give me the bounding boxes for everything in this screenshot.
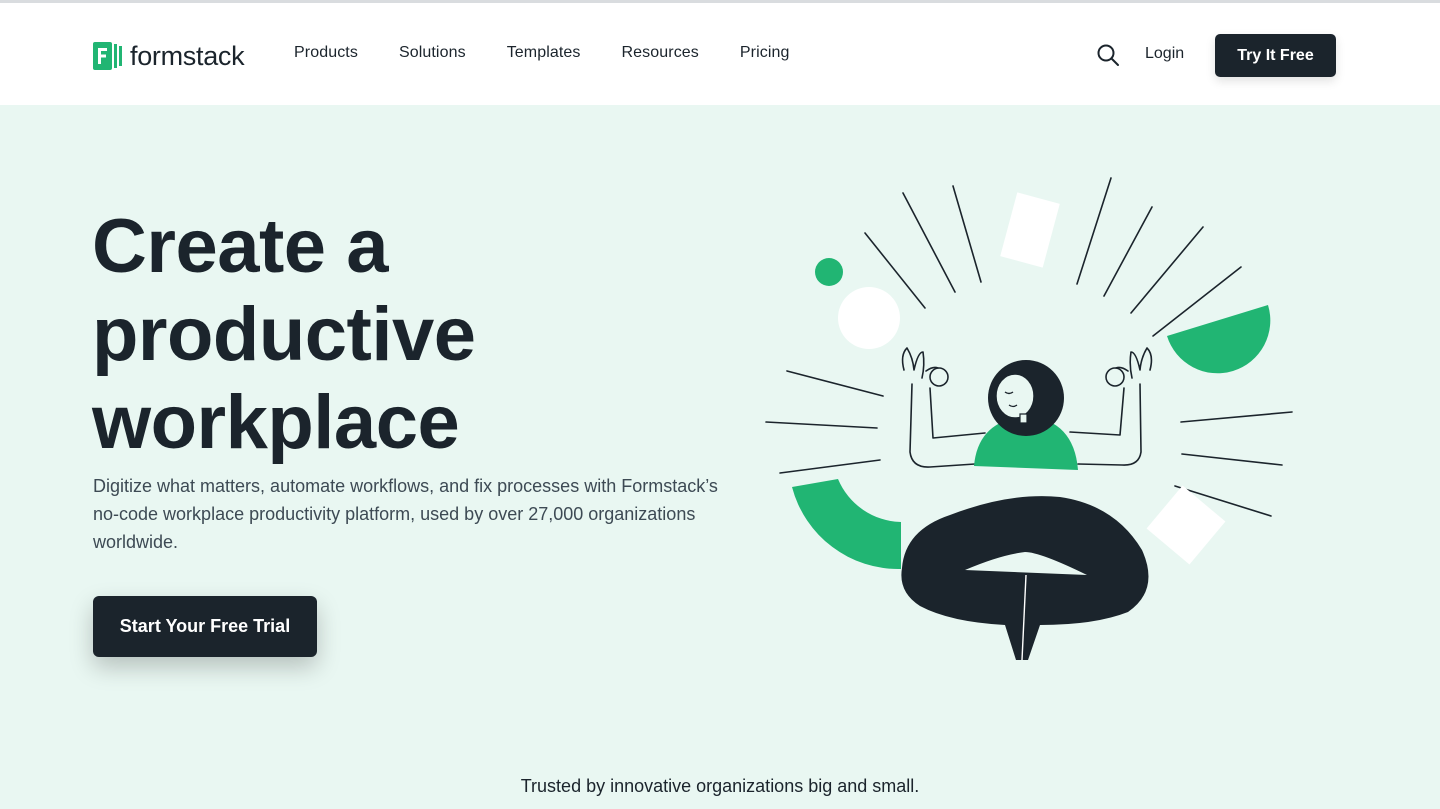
green-arc [792,479,901,570]
formstack-logo-icon [93,42,125,70]
search-icon[interactable] [1096,43,1120,67]
hero-title-line-3: workplace [92,380,460,465]
meditating-person-illustration [760,170,1300,670]
hero-title: Create a productive workplace [92,203,652,467]
green-half-circle [1167,305,1271,374]
nav-products[interactable]: Products [294,44,358,62]
white-paper [1000,192,1060,268]
nav-pricing[interactable]: Pricing [740,44,790,62]
formstack-logo[interactable]: formstack [93,40,245,71]
try-it-free-button[interactable]: Try It Free [1215,34,1336,77]
white-circle [838,287,900,349]
main-nav: Products Solutions Templates Resources P… [294,44,831,62]
face [995,373,1035,419]
small-green-circle [815,258,843,286]
logo-text: formstack [130,40,245,71]
neck [1019,413,1028,424]
nav-solutions[interactable]: Solutions [399,44,466,62]
site-header: formstack Products Solutions Templates R… [0,3,1440,105]
hero-description: Digitize what matters, automate workflow… [93,476,718,552]
trusted-tagline: Trusted by innovative organizations big … [520,776,920,796]
hero-title-line-2: productive [92,292,476,377]
crossed-legs [901,496,1149,660]
login-link[interactable]: Login [1145,45,1184,63]
nav-templates[interactable]: Templates [507,44,581,62]
hero-title-line-1: Create a [92,204,388,289]
start-free-trial-button[interactable]: Start Your Free Trial [93,596,317,657]
nav-resources[interactable]: Resources [622,44,699,62]
